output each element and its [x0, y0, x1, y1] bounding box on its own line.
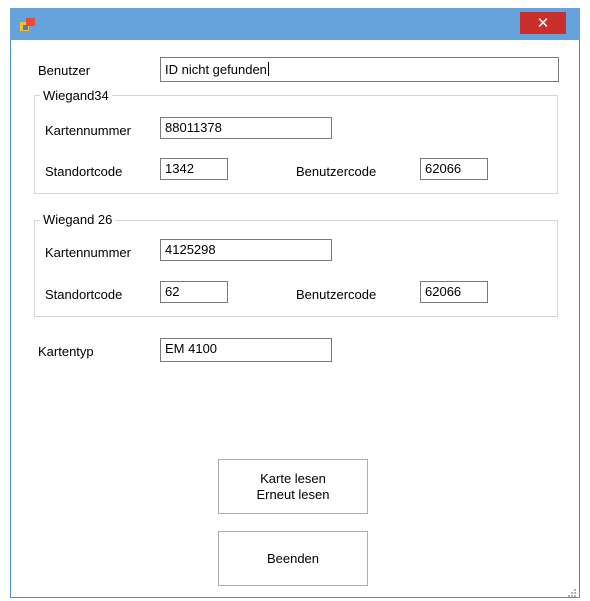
read-card-button[interactable]: Karte lesen Erneut lesen	[218, 459, 368, 514]
w34-standortcode-label: Standortcode	[45, 164, 123, 179]
w34-benutzercode-field[interactable]: 62066	[420, 158, 488, 180]
wiegand26-title: Wiegand 26	[40, 212, 116, 227]
w34-kartennummer-field[interactable]: 88011378	[160, 117, 332, 139]
benutzer-value: ID nicht gefunden	[165, 62, 267, 77]
exit-button[interactable]: Beenden	[218, 531, 368, 586]
w34-benutzercode-label: Benutzercode	[296, 164, 377, 179]
read-card-label: Karte lesen	[260, 470, 326, 486]
w26-standortcode-field[interactable]: 62	[160, 281, 228, 303]
wiegand34-title: Wiegand34	[40, 88, 112, 103]
app-icon	[20, 18, 36, 32]
benutzer-field[interactable]: ID nicht gefunden	[160, 57, 559, 82]
exit-label: Beenden	[266, 550, 320, 566]
text-caret	[267, 62, 269, 76]
w26-kartennummer-label: Kartennummer	[45, 245, 131, 260]
w34-kartennummer-label: Kartennummer	[45, 123, 131, 138]
title-bar[interactable]: ✕	[10, 8, 580, 40]
w26-benutzercode-label: Benutzercode	[296, 287, 377, 302]
read-again-label: Erneut lesen	[256, 486, 330, 502]
w26-kartennummer-field[interactable]: 4125298	[160, 239, 332, 261]
w26-standortcode-label: Standortcode	[45, 287, 123, 302]
benutzer-label: Benutzer	[38, 63, 91, 78]
kartentyp-label: Kartentyp	[38, 344, 94, 359]
resize-grip-icon[interactable]	[567, 588, 577, 598]
w34-standortcode-field[interactable]: 1342	[160, 158, 228, 180]
close-button[interactable]: ✕	[520, 12, 566, 34]
close-icon: ✕	[536, 14, 550, 32]
w26-benutzercode-field[interactable]: 62066	[420, 281, 488, 303]
kartentyp-field[interactable]: EM 4100	[160, 338, 332, 362]
